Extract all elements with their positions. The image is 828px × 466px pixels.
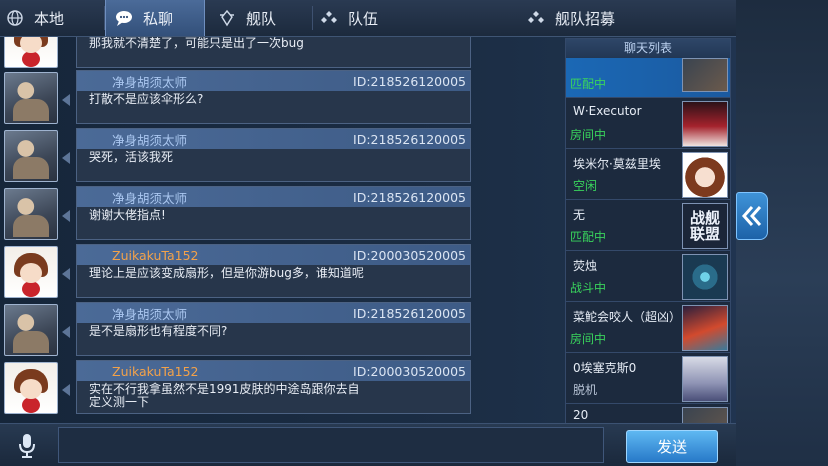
microphone-icon: [19, 434, 35, 458]
sender-id: ID:218526120005: [353, 131, 466, 147]
fleet-alliance-logo: 战舰 联盟: [682, 203, 728, 249]
message-text: 是不是扇形也有程度不同?: [89, 324, 228, 338]
tab-team-label: 队伍: [348, 9, 379, 28]
sender-id: ID:218526120005: [353, 189, 466, 205]
contact-status: 房间中: [570, 128, 607, 142]
contact-item[interactable]: 0埃塞克斯0 脱机: [566, 353, 730, 404]
message-bubble: 净身胡须太师 ID:218526120005 打散不是应该伞形么?: [76, 70, 471, 124]
message-text: 那我就不清楚了，可能只是出了一次bug: [89, 37, 304, 50]
sender-name[interactable]: ZuikakuTa152: [112, 364, 199, 379]
contact-name: 埃米尔·莫兹里埃: [573, 157, 661, 171]
contact-avatar: [682, 101, 728, 147]
avatar[interactable]: [4, 37, 58, 68]
chat-message: 净身胡须太师 ID:218526120005 谢谢大佬指点!: [0, 186, 476, 240]
contact-status: 匹配中: [570, 77, 607, 91]
sender-name[interactable]: 净身胡须太师: [112, 72, 187, 91]
message-text: 谢谢大佬指点!: [89, 208, 166, 222]
contact-item[interactable]: 菜鮀会咬人（超凶） 房间中: [566, 302, 730, 353]
contact-status: 战斗中: [570, 281, 607, 295]
sender-name[interactable]: 净身胡须太师: [112, 130, 187, 149]
avatar[interactable]: [4, 246, 58, 298]
sender-id: ID:200030520005: [353, 363, 466, 379]
message-bubble: 净身胡须太师 ID:218526120005 哭死，活该我死: [76, 128, 471, 182]
contact-avatar: [682, 254, 728, 300]
contact-status: 匹配中: [570, 230, 607, 244]
message-bubble: 净身胡须太师 ID:218526120005 谢谢大佬指点!: [76, 186, 471, 240]
contact-name: 无: [573, 208, 586, 222]
chat-message: 净身胡须太师 ID:218526120005 是不是扇形也有程度不同?: [0, 302, 476, 356]
contact-name: 0埃塞克斯0: [573, 361, 637, 375]
sender-id: ID:218526120005: [353, 73, 466, 89]
sender-id: ID:218526120005: [353, 305, 466, 321]
contact-avatar: [682, 356, 728, 402]
voice-input-button[interactable]: [14, 432, 40, 460]
contact-item[interactable]: 20: [566, 404, 730, 424]
contact-status: 房间中: [570, 332, 607, 346]
contact-name: 菜鮀会咬人（超凶）: [573, 310, 682, 324]
message-bubble: ZuikakuTa152 ID:200030520005 实在不行我拿虽然不是19…: [76, 360, 471, 414]
avatar[interactable]: [4, 304, 58, 356]
chat-message: ZuikakuTa152 ID:200030520005 理论上是应该变成扇形，但…: [0, 244, 476, 298]
tab-local[interactable]: 本地: [6, 0, 102, 36]
contact-name: 20: [573, 408, 589, 422]
send-button[interactable]: 发送: [626, 430, 718, 463]
team-icon: [321, 11, 337, 23]
contact-name: W·Executor: [573, 104, 642, 118]
avatar[interactable]: [4, 362, 58, 414]
fleet-icon: [220, 9, 234, 27]
tab-fleet-label: 舰队: [246, 9, 277, 28]
private-chat-screen: 本地 私聊 舰队 队伍 舰队招募 那我就不清楚了，可能只是出了一次bug 净身胡…: [0, 0, 828, 466]
message-text: 打散不是应该伞形么?: [89, 92, 204, 106]
chat-list-title: 聊天列表: [566, 39, 730, 58]
tab-fleet-recruit[interactable]: 舰队招募: [527, 0, 647, 36]
contact-avatar: [682, 152, 728, 198]
contact-avatar: [682, 58, 728, 92]
message-text: 实在不行我拿虽然不是1991皮肤的中途岛跟你去自定义测一下: [89, 382, 360, 409]
message-bubble: 净身胡须太师 ID:218526120005 是不是扇形也有程度不同?: [76, 302, 471, 356]
contact-item[interactable]: W·Executor 房间中: [566, 98, 730, 149]
contact-status: 空闲: [573, 179, 598, 193]
message-bubble: ZuikakuTa152 ID:200030520005 理论上是应该变成扇形，但…: [76, 244, 471, 298]
avatar[interactable]: [4, 72, 58, 124]
contact-item[interactable]: 埃米尔·莫兹里埃 空闲: [566, 149, 730, 200]
collapse-panel-button[interactable]: [736, 192, 768, 240]
globe-icon: [7, 10, 23, 26]
sender-name[interactable]: 净身胡须太师: [112, 188, 187, 207]
tab-fleet[interactable]: 舰队: [218, 0, 312, 36]
message-bubble: 那我就不清楚了，可能只是出了一次bug: [76, 37, 471, 68]
chat-message: 净身胡须太师 ID:218526120005 哭死，活该我死: [0, 128, 476, 182]
double-chevron-left-icon: [741, 206, 762, 226]
contact-item[interactable]: 荧烛 战斗中: [566, 251, 730, 302]
chat-message: 净身胡须太师 ID:218526120005 打散不是应该伞形么?: [0, 70, 476, 124]
message-input-bar: 发送: [0, 423, 736, 466]
tab-team[interactable]: 队伍: [320, 0, 420, 36]
contact-item[interactable]: 无 匹配中 战舰 联盟: [566, 200, 730, 251]
channel-tab-bar: 本地 私聊 舰队 队伍 舰队招募: [0, 0, 736, 37]
tab-private-chat-label: 私聊: [143, 9, 174, 28]
sender-name[interactable]: 净身胡须太师: [112, 304, 187, 323]
avatar[interactable]: [4, 130, 58, 182]
chat-bubble-icon: [116, 11, 132, 26]
recruit-icon: [528, 11, 544, 23]
tab-local-label: 本地: [34, 9, 65, 28]
sender-id: ID:200030520005: [353, 247, 466, 263]
tab-fleet-recruit-label: 舰队招募: [555, 9, 616, 28]
contact-status: 脱机: [573, 383, 598, 397]
contact-item[interactable]: 匹配中: [566, 58, 730, 98]
contact-name: 荧烛: [573, 259, 598, 273]
chat-contact-list[interactable]: 聊天列表 匹配中 W·Executor 房间中 埃米尔·莫兹里埃 空闲 无 匹配…: [565, 38, 731, 425]
sender-name[interactable]: ZuikakuTa152: [112, 248, 199, 263]
chat-message: ZuikakuTa152 ID:200030520005 实在不行我拿虽然不是19…: [0, 360, 476, 414]
message-text: 理论上是应该变成扇形，但是你游bug多，谁知道呢: [89, 266, 364, 280]
avatar[interactable]: [4, 188, 58, 240]
chat-message: 那我就不清楚了，可能只是出了一次bug: [0, 37, 476, 68]
contact-avatar: [682, 305, 728, 351]
tab-private-chat[interactable]: 私聊: [105, 0, 205, 36]
message-input[interactable]: [58, 427, 604, 463]
message-text: 哭死，活该我死: [89, 150, 174, 164]
chat-message-list[interactable]: 那我就不清楚了，可能只是出了一次bug 净身胡须太师 ID:21852612000…: [0, 37, 476, 422]
